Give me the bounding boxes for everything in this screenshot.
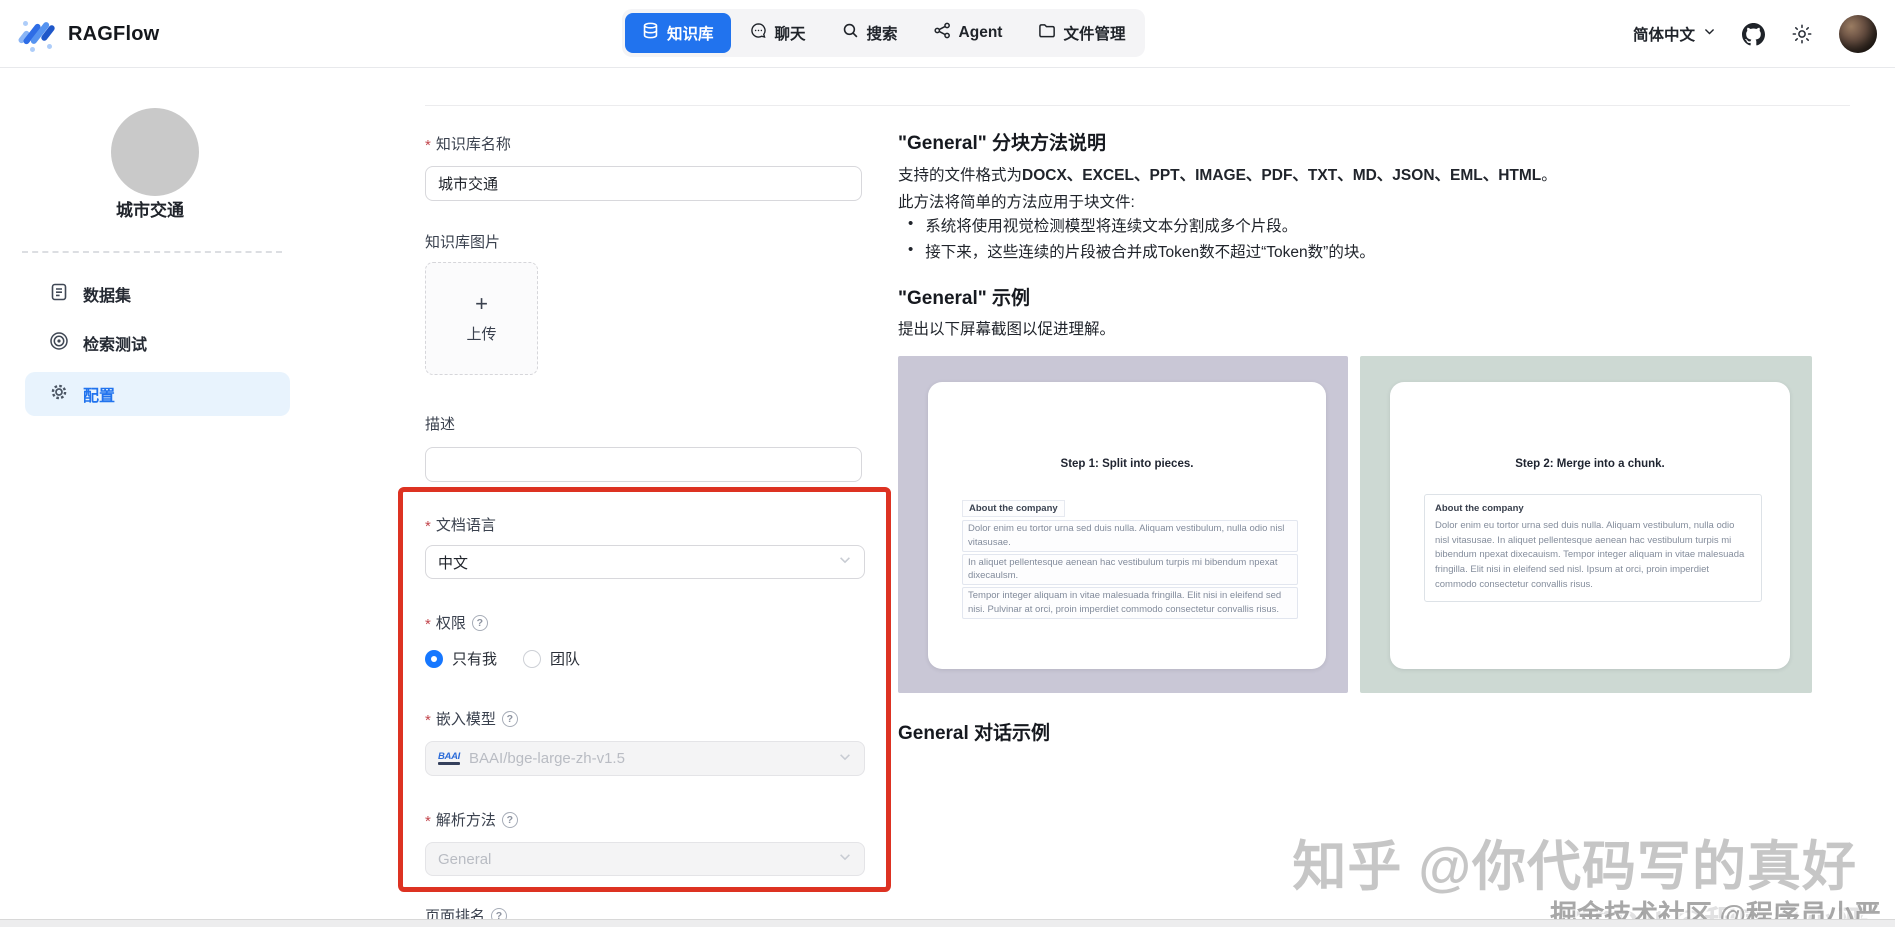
tab-search[interactable]: 搜索 — [825, 13, 915, 53]
database-icon — [642, 22, 659, 44]
method-description-line: 此方法将简单的方法应用于块文件: — [898, 190, 1135, 212]
brand[interactable]: RAGFlow — [16, 13, 159, 55]
example-merged-paragraph: Dolor enim eu tortor urna sed duis nulla… — [1435, 519, 1751, 593]
gear-icon — [49, 382, 69, 407]
kb-avatar-placeholder — [111, 108, 199, 196]
folder-icon — [1038, 22, 1055, 44]
top-navbar: RAGFlow 知识库 聊天 搜索 — [0, 0, 1895, 68]
method-bullet-2: •接下来，这些连续的片段被合并成Token数不超过“Token数”的块。 — [908, 240, 1375, 262]
method-explanation-title: "General" 分块方法说明 — [898, 128, 1106, 155]
doc-language-select[interactable]: 中文 — [425, 545, 865, 579]
bottom-scrollbar-track[interactable] — [0, 919, 1895, 927]
permission-radio-group: 只有我 团队 — [425, 648, 580, 669]
sidebar-item-configuration[interactable]: 配置 — [25, 372, 290, 416]
parse-method-label: *解析方法 ? — [425, 809, 518, 830]
example-card: Step 1: Split into pieces. About the com… — [928, 382, 1326, 669]
ragflow-logo-icon — [16, 13, 58, 55]
example-heading: About the company — [962, 500, 1065, 517]
kb-name-label: *知识库名称 — [425, 133, 511, 154]
language-dropdown[interactable]: 简体中文 — [1633, 23, 1716, 45]
radio-selected-icon — [425, 650, 443, 668]
github-icon[interactable] — [1742, 23, 1765, 46]
chevron-down-icon — [838, 850, 852, 868]
baai-logo-icon: BAAI — [438, 752, 460, 766]
tab-knowledge-base[interactable]: 知识库 — [625, 13, 731, 53]
chat-icon — [750, 22, 767, 44]
example-split-line: In aliquet pellentesque aenean hac vesti… — [962, 554, 1298, 586]
brand-name: RAGFlow — [68, 23, 159, 46]
example-card: Step 2: Merge into a chunk. About the co… — [1390, 382, 1790, 669]
chevron-down-icon — [1703, 25, 1716, 43]
content-top-border — [425, 105, 1850, 106]
example-image-split: Step 1: Split into pieces. About the com… — [898, 356, 1348, 693]
description-label: 描述 — [425, 413, 455, 434]
tab-file-management[interactable]: 文件管理 — [1021, 13, 1142, 53]
kb-image-upload[interactable]: + 上传 — [425, 262, 538, 375]
dataset-icon — [49, 282, 69, 307]
agent-icon — [934, 22, 951, 44]
sidebar-divider — [22, 251, 282, 253]
example-image-merge: Step 2: Merge into a chunk. About the co… — [1360, 356, 1812, 693]
parse-method-select[interactable]: General — [425, 842, 865, 876]
zhihu-watermark: 知乎 @你代码写的真好 — [1292, 822, 1857, 901]
kb-name-input[interactable] — [425, 166, 862, 201]
help-icon[interactable]: ? — [502, 711, 518, 727]
permission-label: *权限 ? — [425, 612, 488, 633]
kb-image-label: 知识库图片 — [425, 231, 500, 252]
embedding-model-select[interactable]: BAAI BAAI/bge-large-zh-v1.5 — [425, 741, 865, 776]
example-split-line: Tempor integer aliquam in vitae malesuad… — [962, 587, 1298, 619]
embedding-model-label: *嵌入模型 ? — [425, 708, 518, 729]
theme-toggle-sun-icon[interactable] — [1791, 23, 1813, 45]
tab-agent[interactable]: Agent — [917, 13, 1020, 53]
example-section-title: "General" 示例 — [898, 283, 1030, 310]
radio-only-me[interactable]: 只有我 — [425, 648, 497, 669]
example-step-title: Step 1: Split into pieces. — [928, 458, 1326, 470]
example-merged-chunk: About the company Dolor enim eu tortor u… — [1424, 494, 1762, 602]
kb-name: 城市交通 — [0, 196, 300, 221]
kb-sidebar: 城市交通 数据集 检索测试 配置 — [0, 69, 300, 919]
example-split-line: Dolor enim eu tortor urna sed duis nulla… — [962, 520, 1298, 552]
ragflow-config-page: RAGFlow 知识库 聊天 搜索 — [0, 0, 1895, 927]
example-heading: About the company — [1435, 503, 1751, 514]
help-icon[interactable]: ? — [502, 812, 518, 828]
main-nav-tabs: 知识库 聊天 搜索 Agent — [622, 9, 1145, 57]
tab-chat[interactable]: 聊天 — [733, 13, 823, 53]
chevron-down-icon — [838, 553, 852, 571]
supported-formats-line: 支持的文件格式为DOCX、EXCEL、PPT、IMAGE、PDF、TXT、MD、… — [898, 163, 1557, 185]
example-hint: 提出以下屏幕截图以促进理解。 — [898, 317, 1115, 339]
sidebar-item-retrieval-test[interactable]: 检索测试 — [25, 321, 290, 365]
retrieval-test-icon — [49, 331, 69, 356]
radio-team[interactable]: 团队 — [523, 648, 580, 669]
radio-unselected-icon — [523, 650, 541, 668]
chevron-down-icon — [838, 750, 852, 768]
dialog-example-title: General 对话示例 — [898, 718, 1050, 745]
search-icon — [842, 22, 859, 44]
plus-icon: + — [475, 293, 488, 315]
doc-language-label: *文档语言 — [425, 514, 496, 535]
help-icon[interactable]: ? — [472, 615, 488, 631]
method-bullet-1: •系统将使用视觉检测模型将连续文本分割成多个片段。 — [908, 214, 1297, 236]
example-step-title: Step 2: Merge into a chunk. — [1390, 458, 1790, 470]
user-avatar[interactable] — [1839, 15, 1877, 53]
navbar-right-controls: 简体中文 — [1633, 0, 1877, 68]
description-input[interactable] — [425, 447, 862, 482]
sidebar-item-dataset[interactable]: 数据集 — [25, 272, 290, 316]
